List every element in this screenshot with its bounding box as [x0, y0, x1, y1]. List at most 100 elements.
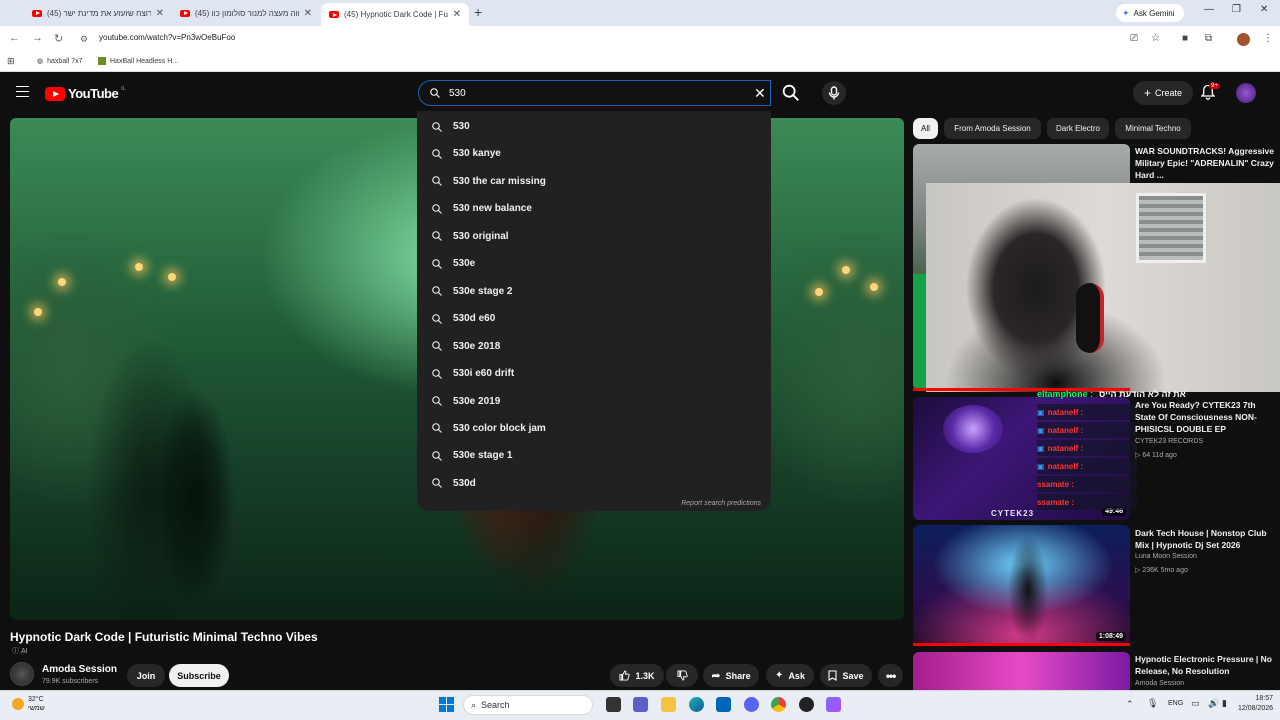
discord-icon[interactable]: [744, 697, 759, 712]
search-suggestion[interactable]: 530 original: [417, 223, 771, 250]
site-info-icon[interactable]: ⚙: [80, 34, 88, 45]
apps-grid-icon[interactable]: ⊞: [7, 56, 15, 67]
chat-username: natanelf :: [1047, 461, 1084, 471]
search-suggestion[interactable]: 530 new balance: [417, 195, 771, 222]
volume-icon[interactable]: 🔊: [1208, 698, 1219, 709]
search-suggestion[interactable]: 530e stage 2: [417, 278, 771, 305]
channel-avatar[interactable]: [10, 662, 34, 686]
bookmark-item[interactable]: HaxBall Headless H...: [98, 57, 178, 65]
chat-row: ▣ natanelf :: [1037, 458, 1137, 474]
search-suggestion[interactable]: 530e 2019: [417, 388, 771, 415]
windows-start-icon[interactable]: [439, 697, 454, 712]
voice-search-button[interactable]: [822, 81, 846, 105]
chrome-icon[interactable]: [771, 697, 786, 712]
channel-name[interactable]: Amoda Session: [42, 664, 117, 675]
more-actions-button[interactable]: •••: [878, 664, 903, 687]
obs-icon[interactable]: [799, 697, 814, 712]
clear-search-icon[interactable]: ✕: [754, 85, 766, 102]
save-button[interactable]: Save: [820, 664, 872, 687]
network-icon[interactable]: ▭: [1191, 698, 1200, 709]
task-view-icon[interactable]: [606, 697, 621, 712]
file-explorer-icon[interactable]: [661, 697, 676, 712]
teams-icon[interactable]: [633, 697, 648, 712]
youtube-logo[interactable]: YouTube IL: [45, 86, 125, 101]
chip-all[interactable]: All: [913, 118, 938, 139]
bookmark-label: haxball 7x7: [47, 57, 83, 65]
new-tab-icon[interactable]: +: [474, 4, 482, 20]
subscribe-button[interactable]: Subscribe: [169, 664, 229, 687]
extension-icon[interactable]: ■: [1182, 33, 1188, 44]
recommended-title[interactable]: WAR SOUNDTRACKS! Aggressive Military Epi…: [1135, 145, 1275, 181]
search-suggestion[interactable]: 530e stage 1: [417, 442, 771, 469]
recommended-title[interactable]: Hypnotic Electronic Pressure | No Releas…: [1135, 653, 1275, 677]
browser-tab[interactable]: הרוצח שזעזע את מדינת ישר (45) ✕: [24, 3, 172, 23]
minimize-icon[interactable]: —: [1204, 4, 1214, 15]
video-thumbnail[interactable]: [913, 652, 1130, 690]
close-tab-icon[interactable]: ✕: [156, 8, 164, 19]
search-suggestion[interactable]: 530d e60: [417, 305, 771, 332]
forward-icon[interactable]: →: [32, 32, 43, 44]
share-button[interactable]: ➦ Share: [703, 664, 759, 687]
search-suggestion[interactable]: 530e 2018: [417, 333, 771, 360]
ask-button[interactable]: ✦ Ask: [766, 664, 814, 687]
bookmark-star-icon[interactable]: ☆: [1151, 33, 1160, 44]
menu-icon[interactable]: [16, 86, 29, 97]
search-box[interactable]: [418, 80, 771, 106]
reload-icon[interactable]: ↻: [54, 32, 63, 45]
taskbar-search[interactable]: ⌕ Search: [463, 695, 593, 715]
chat-text: את זה לא הודעת הייס: [1099, 389, 1186, 399]
browser-tab[interactable]: (45) חוה מעצה למנור סולומון כוו ✕: [172, 3, 320, 23]
suggestion-text: 530 kanye: [453, 148, 501, 160]
close-tab-icon[interactable]: ✕: [304, 8, 312, 19]
bookmark-item[interactable]: ◍ haxball 7x7: [37, 57, 83, 66]
app-icon[interactable]: [826, 697, 841, 712]
join-button[interactable]: Join: [127, 664, 165, 687]
account-avatar[interactable]: [1236, 83, 1256, 103]
search-input[interactable]: [449, 87, 739, 99]
search-suggestion[interactable]: 530d: [417, 470, 771, 497]
edge-icon[interactable]: [689, 697, 704, 712]
recommended-title[interactable]: Dark Tech House | Nonstop Club Mix | Hyp…: [1135, 527, 1275, 551]
close-tab-icon[interactable]: ✕: [453, 9, 461, 20]
search-button-icon[interactable]: [778, 82, 804, 104]
tray-chevron-icon[interactable]: ⌃: [1126, 699, 1134, 710]
create-button[interactable]: + Create: [1133, 81, 1193, 105]
dislike-button[interactable]: [666, 664, 698, 687]
weather-temp: 32°C: [28, 696, 44, 703]
ask-gemini-button[interactable]: ✦ Ask Gemini: [1116, 4, 1184, 22]
recommended-channel[interactable]: Luna Moon Session: [1135, 553, 1197, 560]
chip-minimal-techno[interactable]: Minimal Techno: [1115, 118, 1191, 139]
search-suggestion[interactable]: 530: [417, 113, 771, 140]
browser-tab-active[interactable]: (45) Hypnotic Dark Code | Futur ✕: [321, 3, 469, 26]
search-suggestion[interactable]: 530 color block jam: [417, 415, 771, 442]
search-suggestion[interactable]: 530i e60 drift: [417, 360, 771, 387]
extensions-puzzle-icon[interactable]: ⧉: [1205, 33, 1212, 44]
clock-date: 12/08/2026: [1238, 705, 1274, 712]
profile-avatar[interactable]: [1237, 33, 1250, 46]
recommended-channel[interactable]: CYTEK23 RECORDS: [1135, 438, 1203, 445]
store-icon[interactable]: [716, 697, 731, 712]
battery-icon[interactable]: ▮: [1222, 698, 1227, 709]
recommended-channel[interactable]: Amoda Session: [1135, 680, 1184, 687]
like-button[interactable]: 1.3K: [610, 664, 664, 687]
recommended-title[interactable]: Are You Ready? CYTEK23 7th State Of Cons…: [1135, 399, 1275, 435]
chip-from-channel[interactable]: From Amoda Session: [944, 118, 1041, 139]
window-close-icon[interactable]: ✕: [1260, 4, 1268, 15]
maximize-icon[interactable]: ❐: [1232, 4, 1241, 15]
watched-progress-bar: [913, 643, 1130, 646]
navigation-bar: ← → ↻ ⚙ youtube.com/watch?v=Pn3wOeBuFoo …: [0, 26, 1280, 53]
search-suggestion[interactable]: 530 kanye: [417, 140, 771, 167]
language-indicator[interactable]: ENG: [1168, 700, 1183, 707]
taskbar-clock[interactable]: 18:57 12/08/2026: [1238, 694, 1273, 714]
address-bar[interactable]: youtube.com/watch?v=Pn3wOeBuFoo: [99, 33, 235, 42]
weather-widget[interactable]: 32°C שמשי: [12, 695, 45, 713]
chip-dark-electro[interactable]: Dark Electro: [1047, 118, 1109, 139]
cast-icon[interactable]: ⎚: [1130, 33, 1138, 44]
video-thumbnail[interactable]: 1:08:49: [913, 525, 1130, 645]
tray-mic-icon[interactable]: 🎙: [1147, 698, 1158, 709]
back-icon[interactable]: ←: [9, 32, 20, 44]
search-suggestion[interactable]: 530e: [417, 250, 771, 277]
chrome-menu-icon[interactable]: ⋮: [1263, 33, 1273, 44]
search-suggestion[interactable]: 530 the car missing: [417, 168, 771, 195]
report-predictions-link[interactable]: Report search predictions: [681, 500, 761, 507]
